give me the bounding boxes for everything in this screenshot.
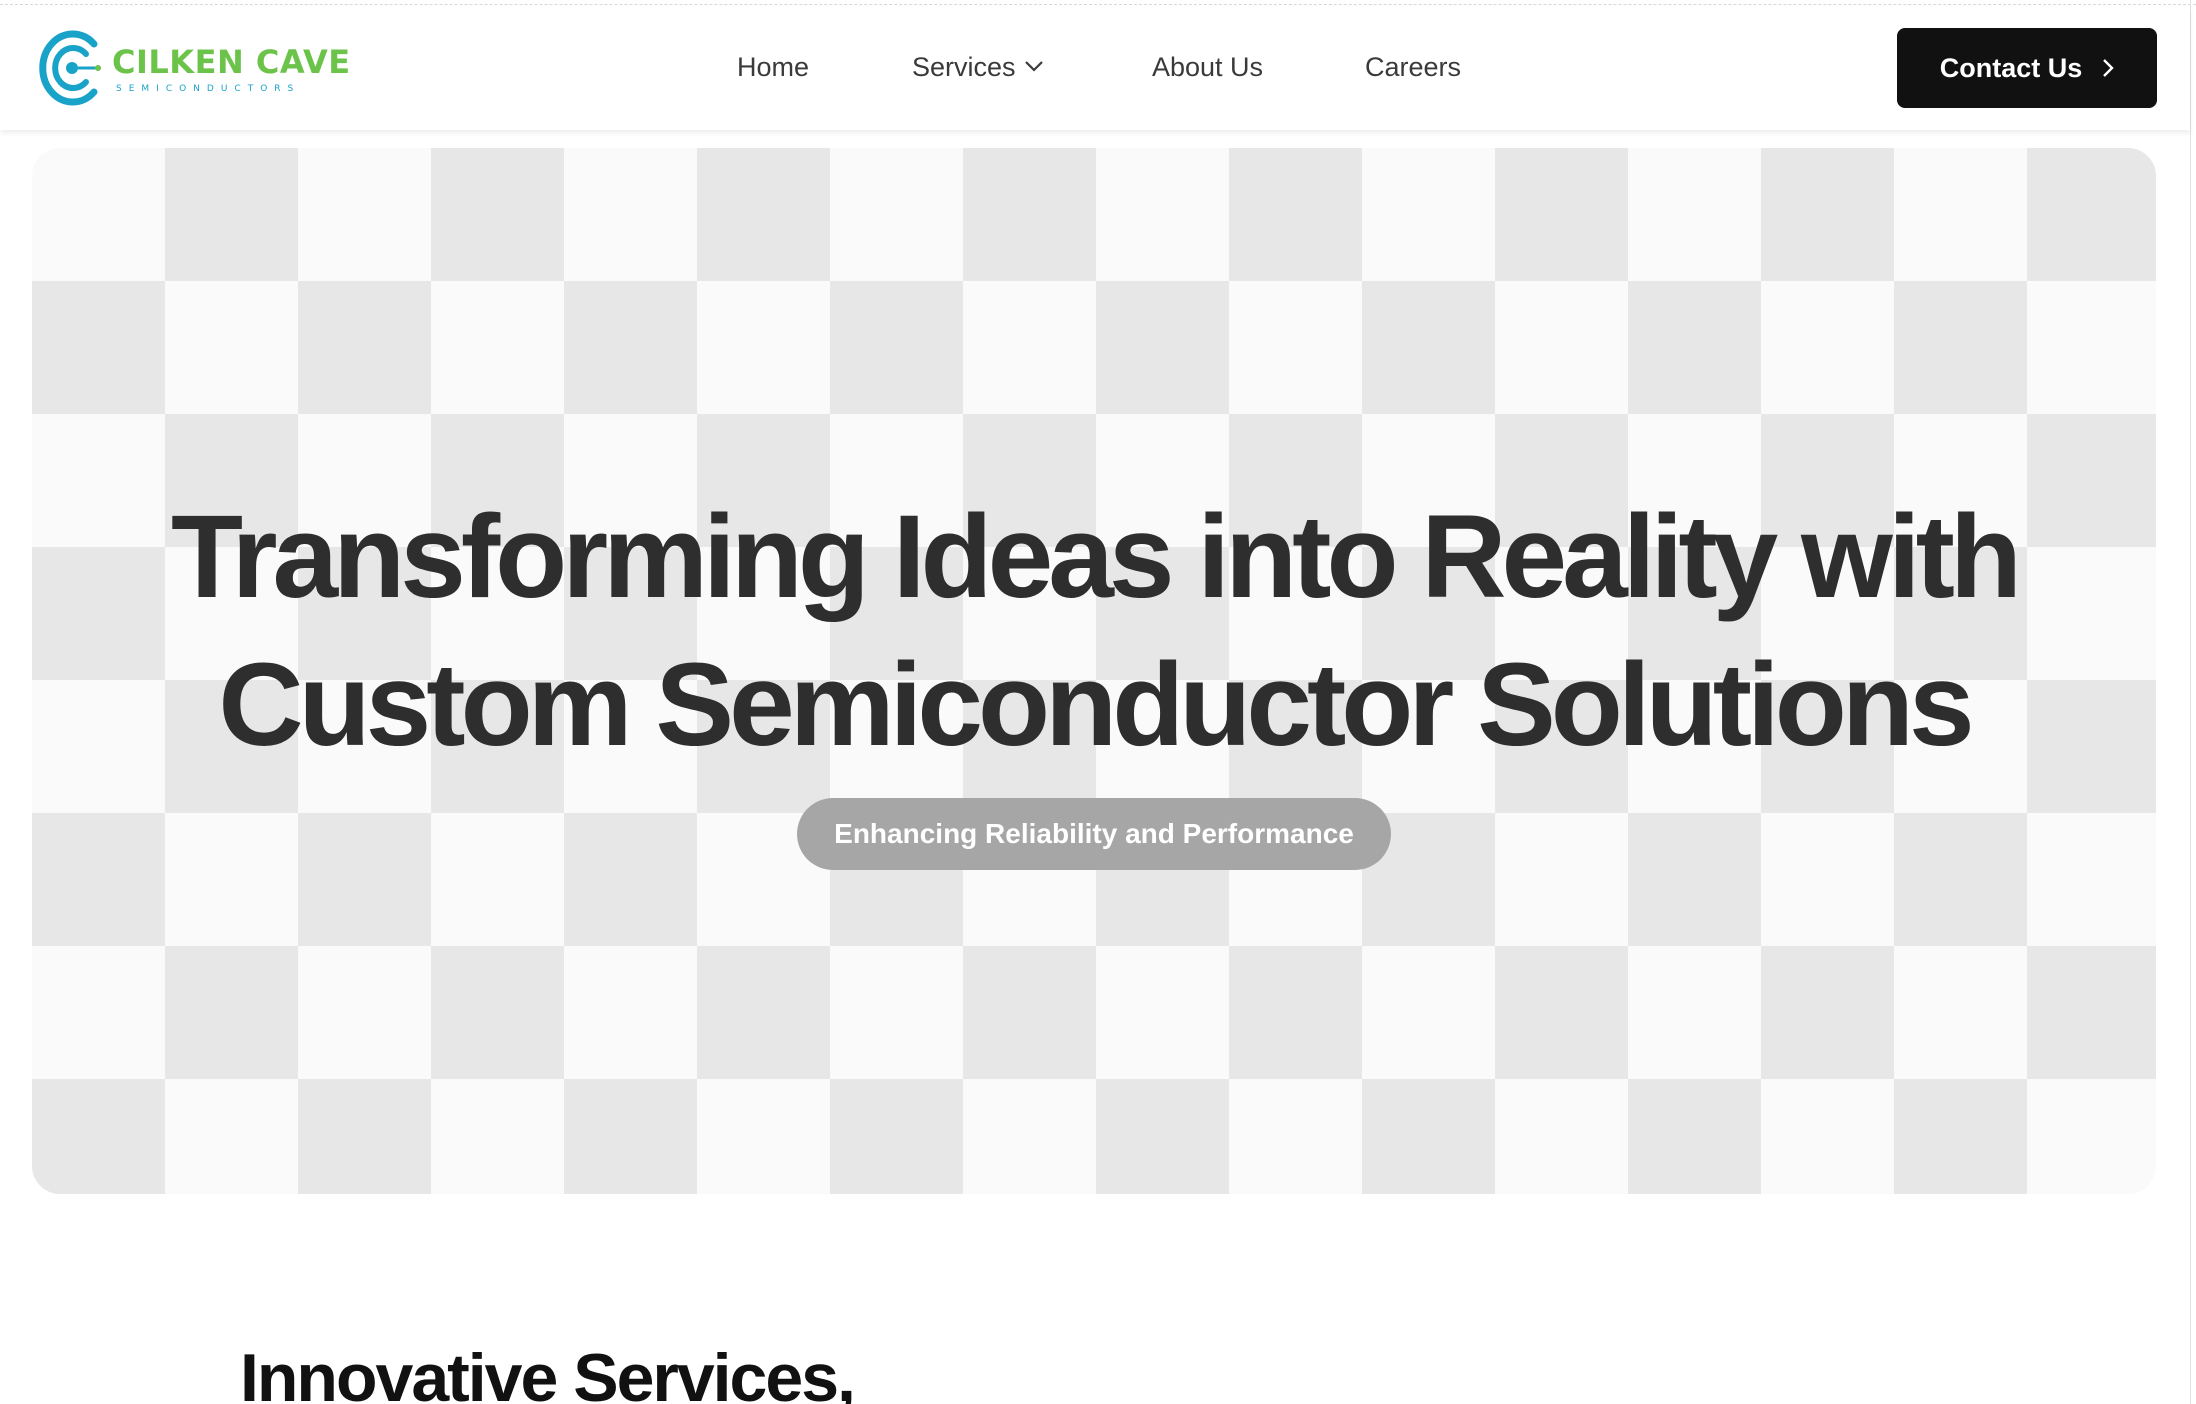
- top-divider: [0, 4, 2196, 5]
- right-edge-divider: [2190, 0, 2191, 1404]
- services-heading: Innovative Services,: [240, 1340, 856, 1404]
- site-header: CILKEN CAVE SEMICONDUCTORS Home Services…: [0, 6, 2190, 130]
- hero-title: Transforming Ideas into Reality with Cus…: [32, 483, 2156, 779]
- contact-us-button[interactable]: Contact Us: [1897, 28, 2157, 108]
- chevron-right-icon: [2103, 59, 2114, 77]
- nav-about-us[interactable]: About Us: [1152, 54, 1263, 81]
- nav-careers[interactable]: Careers: [1365, 54, 1461, 81]
- nav-services-label: Services: [912, 52, 1016, 82]
- hero-tagline-badge: Enhancing Reliability and Performance: [797, 798, 1391, 870]
- hero-section: Transforming Ideas into Reality with Cus…: [32, 148, 2156, 1194]
- hero-title-line-2: Custom Semiconductor Solutions: [218, 639, 1974, 771]
- logo-link[interactable]: CILKEN CAVE SEMICONDUCTORS: [36, 26, 350, 112]
- logo-c-mark-icon: [39, 30, 101, 106]
- logo-tagline: SEMICONDUCTORS: [116, 84, 301, 94]
- page: CILKEN CAVE SEMICONDUCTORS Home Services…: [0, 0, 2196, 1404]
- contact-us-label: Contact Us: [1939, 52, 2083, 83]
- nav-services[interactable]: Services: [912, 54, 1044, 81]
- chevron-down-icon: [1024, 61, 1043, 72]
- logo-wordmark: CILKEN CAVE: [112, 43, 351, 81]
- nav-home[interactable]: Home: [737, 54, 809, 81]
- hero-title-line-1: Transforming Ideas into Reality with: [171, 491, 2022, 623]
